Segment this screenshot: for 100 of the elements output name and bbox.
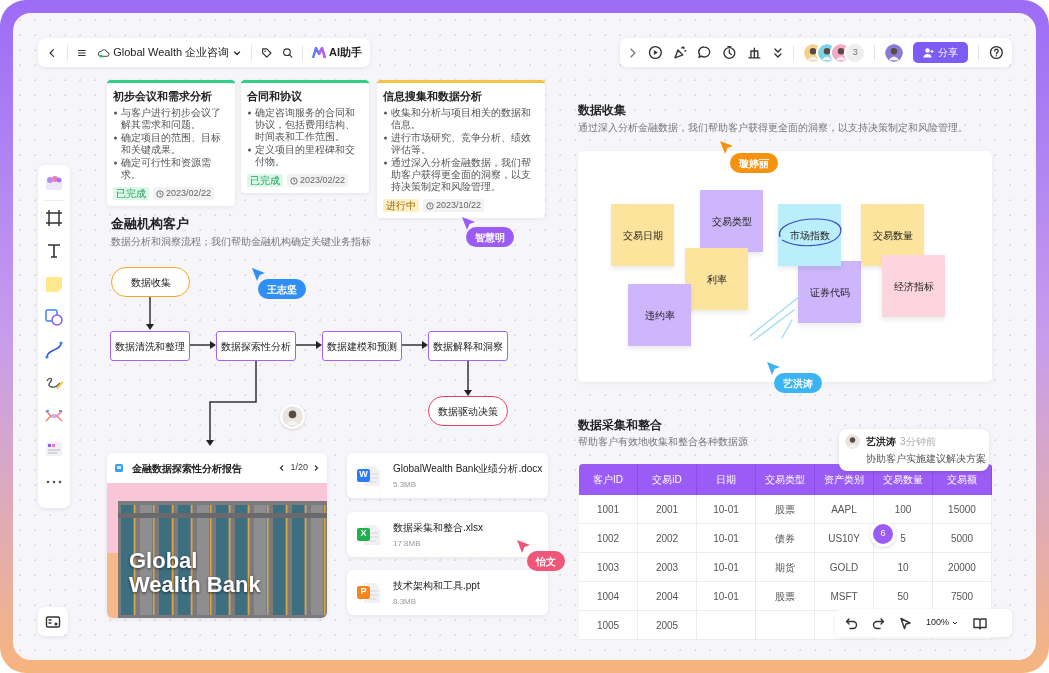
sticky-note: 证券代码 <box>798 261 861 323</box>
minimap-button[interactable] <box>38 607 68 636</box>
flowchart-node: 数据驱动决策 <box>428 396 508 426</box>
file-name: 数据采集和整合.xlsx <box>393 520 483 535</box>
pointer-icon[interactable] <box>899 616 912 630</box>
cursor-label: 璇婷丽 <box>730 153 778 173</box>
comment-author: 艺洪涛 <box>866 435 896 449</box>
report-title: 金融数据探索性分析报告 <box>132 461 243 476</box>
table-cell: AAPL <box>815 495 874 523</box>
collaborator-count: 3 <box>846 43 865 62</box>
bullet-text: 定义项目的里程碑和交付物。 <box>255 144 356 168</box>
table-cell: 1002 <box>579 524 638 552</box>
comment-time: 3分钟前 <box>900 435 936 449</box>
table-cell: 10-01 <box>697 582 756 610</box>
date-text: 2023/02/22 <box>300 174 346 187</box>
chevron-right-icon[interactable] <box>628 46 638 59</box>
status-tag: 已完成 <box>247 174 283 187</box>
bullet-text: 进行市场研究、竞争分析、绩效评估等。 <box>391 132 532 156</box>
table-cell: 2005 <box>638 611 697 639</box>
clock-icon <box>426 201 434 210</box>
sticky-note: 违约率 <box>628 284 691 346</box>
comment-text: 协助客户实施建议解决方案 <box>866 452 986 466</box>
sticky-note: 交易日期 <box>611 204 674 266</box>
tag-icon[interactable] <box>261 45 273 60</box>
file-name: 技术架构和工具.ppt <box>393 578 480 593</box>
sticky-note: 交易类型 <box>700 190 763 252</box>
table-cell: 5000 <box>933 524 992 552</box>
card-title: 合同和协议 <box>247 89 303 103</box>
connector-arrow <box>401 341 428 349</box>
shapes-icon[interactable] <box>44 307 64 327</box>
zoom-dropdown[interactable]: 100% <box>926 616 960 630</box>
table-cell: 10-01 <box>697 524 756 552</box>
avatar-badge <box>280 404 305 429</box>
page-indicator: 1/20 <box>290 461 308 475</box>
comment-icon[interactable] <box>697 45 713 60</box>
file-name: GlobalWealth Bank业绩分析.docx <box>393 461 543 476</box>
table-cell: 20000 <box>933 553 992 581</box>
card-title: 初步会议和需求分析 <box>113 89 213 103</box>
table-cell: 股票 <box>756 495 815 523</box>
section-subtitle: 数据分析和洞察流程；我们帮助金融机构确定关键业务指标 <box>111 235 371 249</box>
table-cell: GOLD <box>815 553 874 581</box>
sticky-note: 经济指标 <box>882 255 945 317</box>
ai-assistant-button[interactable]: AI助手 <box>312 44 362 61</box>
table-cell: 15000 <box>933 495 992 523</box>
play-icon[interactable] <box>647 45 663 60</box>
timer-icon[interactable] <box>722 45 737 60</box>
chevrons-down-icon[interactable] <box>771 45 784 60</box>
search-icon[interactable] <box>281 45 294 60</box>
date-text: 2023/02/22 <box>166 187 212 200</box>
flowchart-node: 数据清洗和整理 <box>110 331 190 361</box>
section-subtitle: 通过深入分析金融数据，我们帮助客户获得更全面的洞察，以支持决策制定和风险管理。 <box>578 121 968 135</box>
table-cell: 2004 <box>638 582 697 610</box>
sticky-note: 市场指数 <box>778 204 841 266</box>
table-cell: 债券 <box>756 524 815 552</box>
cursor-label: 王志坚 <box>258 279 306 299</box>
flowchart-node: 数据探索性分析 <box>216 331 296 361</box>
file-size: 17.8MB <box>393 537 422 550</box>
table-cell: 2002 <box>638 524 697 552</box>
help-icon[interactable] <box>989 45 1004 60</box>
party-popper-icon[interactable] <box>672 45 688 60</box>
frame-icon[interactable] <box>44 208 64 228</box>
document-icon <box>114 463 124 473</box>
connector-arrow <box>295 341 322 349</box>
share-button[interactable]: 分享 <box>913 42 969 63</box>
connector-icon[interactable] <box>44 340 64 360</box>
flowchart-node: 数据建模和预测 <box>322 331 402 361</box>
template-icon[interactable] <box>44 439 64 459</box>
date-text: 2023/10/22 <box>436 199 482 212</box>
next-icon[interactable] <box>312 463 320 473</box>
connector-arrow <box>146 296 154 330</box>
table-cell: 10 <box>874 553 933 581</box>
flowchart-node: 数据解释和洞察 <box>428 331 508 361</box>
section-subtitle: 帮助客户有效地收集和整合各种数据源 <box>578 435 748 449</box>
cursor-label: 智慧明 <box>466 227 514 247</box>
bullet-text: 确定项目的范围、目标和关键成果。 <box>121 132 222 156</box>
clock-icon <box>156 189 164 198</box>
book-icon[interactable] <box>973 616 988 630</box>
bullet-text: 确定可行性和资源需求。 <box>121 157 212 181</box>
status-tag: 已完成 <box>113 187 149 200</box>
clock-icon <box>290 176 298 185</box>
stickers-icon[interactable] <box>44 173 64 193</box>
section-title: 数据采集和整合 <box>578 417 662 434</box>
file-size: 8.3MB <box>393 595 418 608</box>
sticky-note: 利率 <box>685 248 748 310</box>
document-title[interactable]: Global Wealth 企业咨询 <box>113 44 243 61</box>
redo-icon[interactable] <box>872 616 885 630</box>
bullet-text: 收集和分析与项目相关的数据和信息。 <box>391 107 532 131</box>
bullet-text: 与客户进行初步会议了解其需求和问题。 <box>121 107 222 131</box>
table-cell: 2001 <box>638 495 697 523</box>
cursor-label: 艺洪涛 <box>774 373 822 393</box>
table-cell: 2003 <box>638 553 697 581</box>
bullet-text: 确定咨询服务的合同和协议，包括费用结构、时间表和工作范围。 <box>255 107 356 143</box>
section-title: 金融机构客户 <box>111 215 189 233</box>
chart-icon[interactable] <box>746 45 762 60</box>
table-cell: 1005 <box>579 611 638 639</box>
add-user-icon <box>923 47 935 58</box>
cursor-label: 怡文 <box>527 551 565 571</box>
undo-icon[interactable] <box>845 616 858 630</box>
connector-arrow <box>464 359 472 396</box>
table-cell: 1004 <box>579 582 638 610</box>
